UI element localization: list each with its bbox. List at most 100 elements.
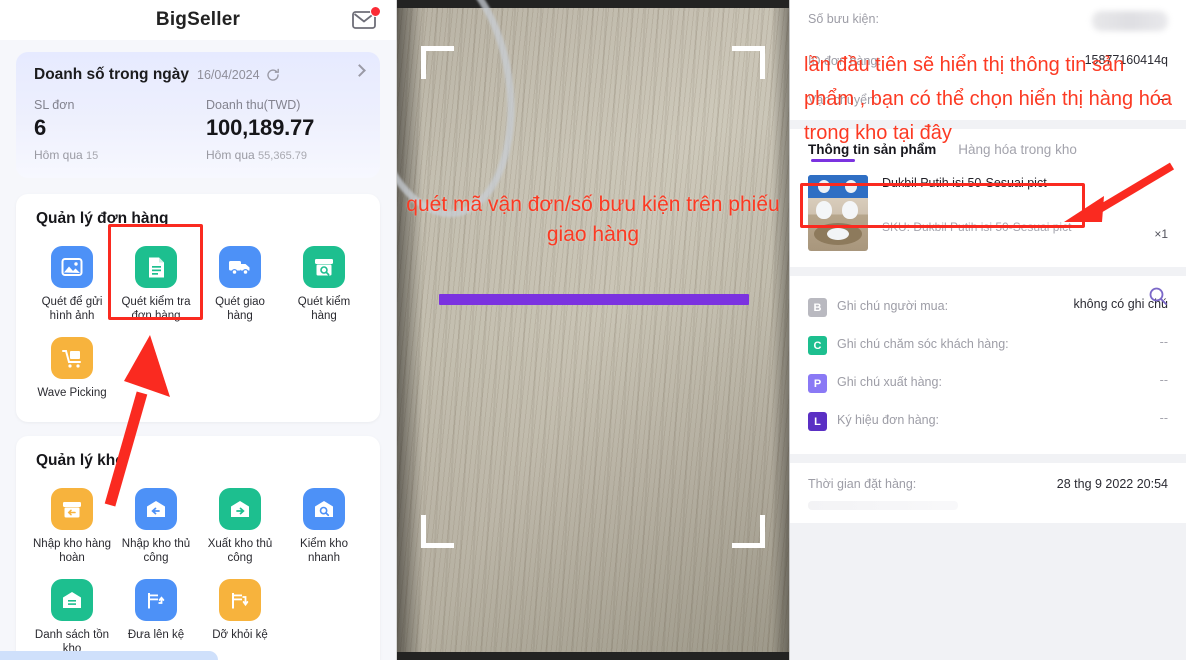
order-fields-block: Số bưu kiện: ID đơn hàng: 15877160414q V… — [790, 0, 1186, 120]
scan-frame-corner-icon — [732, 46, 765, 79]
order-management-title: Quản lý đơn hàng — [36, 210, 169, 227]
picking-cart-icon — [51, 337, 93, 379]
sales-card-date: 16/04/2024 — [197, 68, 260, 82]
document-list-icon — [135, 246, 177, 288]
next-row-peek — [808, 501, 1168, 513]
tile-label: Xuất kho thủ công — [207, 538, 273, 564]
scan-line — [439, 294, 749, 305]
order-management-grid: Quét để gửi hình ảnh Quét kiểm tra đơn h… — [30, 238, 366, 406]
tile-xuat-kho-thu-cong[interactable]: Xuất kho thủ công — [198, 480, 282, 571]
metric-orders-yesterday-label: Hôm qua — [34, 148, 83, 162]
tile-label: Kiểm kho nhanh — [300, 538, 348, 564]
tile-quet-kiem-hang[interactable]: Quét kiểm hàng — [282, 238, 366, 329]
tile-label: Nhập kho thủ công — [121, 538, 191, 564]
truck-icon — [219, 246, 261, 288]
note-value: -- — [1159, 335, 1168, 349]
metric-revenue-yesterday-label: Hôm qua — [206, 148, 255, 162]
tile-do-khoi-ke[interactable]: Dỡ khỏi kệ — [198, 571, 282, 660]
refresh-icon[interactable] — [266, 68, 280, 82]
warehouse-management-section: Quản lý kho Nhập kho hàng hoàn Nhập kho … — [16, 436, 380, 660]
section-divider — [790, 120, 1186, 129]
field-label: Vận chuyển: — [808, 93, 878, 107]
product-quantity: ×1 — [1154, 227, 1168, 241]
note-row-shipping: P Ghi chú xuất hàng: -- — [808, 364, 1168, 402]
scan-frame-corner-icon — [421, 515, 454, 548]
product-row[interactable]: Dukbil Putih isi 50-Sesuai pict SKU: Duk… — [790, 171, 1186, 267]
note-value: -- — [1159, 373, 1168, 387]
daily-sales-card[interactable]: Doanh số trong ngày 16/04/2024 SL đơn 6 … — [16, 52, 380, 178]
bigseller-home-panel: BigSeller Doanh số trong ngày 16/04/2024 — [0, 0, 397, 660]
scan-frame-corner-icon — [732, 515, 765, 548]
shelf-up-icon — [135, 579, 177, 621]
tile-quet-kiem-tra-don-hang[interactable]: Quét kiểm tra đơn hàng — [114, 238, 198, 329]
tile-quet-de-gui-hinh-anh[interactable]: Quét để gửi hình ảnh — [30, 238, 114, 329]
tile-danh-sach-ton-kho[interactable]: Danh sách tồn kho — [30, 571, 114, 660]
detail-tabs: Thông tin sản phẩm Hàng hóa trong kho — [790, 129, 1186, 171]
field-row-parcel-number: Số bưu kiện: — [790, 0, 1186, 42]
note-badge-c: C — [808, 336, 827, 355]
field-row-order-id: ID đơn hàng: 15877160414q — [790, 42, 1186, 81]
metric-orders-label: SL đơn — [34, 98, 75, 112]
metric-revenue-value: 100,189.77 — [206, 115, 315, 140]
note-value: -- — [1159, 411, 1168, 425]
box-search-icon — [303, 246, 345, 288]
product-text: Dukbil Putih isi 50-Sesuai pict SKU: Duk… — [868, 175, 1144, 251]
warehouse-in-icon — [135, 488, 177, 530]
product-thumbnail — [808, 175, 868, 251]
page-title: BigSeller — [155, 9, 241, 30]
next-card-peek — [0, 651, 396, 660]
tile-wave-picking[interactable]: Wave Picking — [30, 329, 114, 406]
tile-kiem-kho-nhanh[interactable]: Kiểm kho nhanh — [282, 480, 366, 571]
order-time-block: Thời gian đặt hàng: 28 thg 9 2022 20:54 — [790, 463, 1186, 523]
notes-block: B Ghi chú người mua: không có ghi chú C … — [790, 276, 1186, 454]
field-value: -- — [1159, 92, 1168, 106]
order-time-row: Thời gian đặt hàng: 28 thg 9 2022 20:54 — [808, 477, 1168, 491]
annotation-scanner-note: quét mã vận đơn/số bưu kiện trên phiếu g… — [406, 193, 780, 246]
warehouse-search-icon — [303, 488, 345, 530]
tile-nhap-kho-thu-cong[interactable]: Nhập kho thủ công — [114, 480, 198, 571]
field-label: Số bưu kiện: — [808, 12, 879, 26]
note-row-buyer: B Ghi chú người mua: không có ghi chú — [808, 288, 1168, 326]
image-icon — [51, 246, 93, 288]
metric-orders: SL đơn 6 Hôm qua 15 — [34, 98, 198, 162]
tile-dua-len-ke[interactable]: Đưa lên kệ — [114, 571, 198, 660]
order-time-label: Thời gian đặt hàng: — [808, 477, 917, 491]
warehouse-management-grid: Nhập kho hàng hoàn Nhập kho thủ công Xuấ… — [30, 480, 366, 660]
box-in-icon — [51, 488, 93, 530]
note-label: Ghi chú chăm sóc khách hàng: — [837, 337, 1009, 351]
barcode-scanner-panel: quét mã vận đơn/số bưu kiện trên phiếu g… — [397, 0, 789, 660]
warehouse-out-icon — [219, 488, 261, 530]
tile-label: Nhập kho hàng hoàn — [33, 538, 112, 564]
sales-card-header: Doanh số trong ngày 16/04/2024 — [34, 66, 362, 84]
tab-thong-tin-san-pham[interactable]: Thông tin sản phẩm — [808, 142, 936, 162]
metric-revenue-label: Doanh thu(TWD) — [206, 98, 301, 112]
envelope-icon[interactable] — [352, 6, 381, 31]
product-name: Dukbil Putih isi 50-Sesuai pict — [882, 176, 1047, 190]
order-detail-panel: Số bưu kiện: ID đơn hàng: 15877160414q V… — [789, 0, 1186, 660]
app-header: BigSeller — [0, 0, 396, 40]
sales-metrics: SL đơn 6 Hôm qua 15 Doanh thu(TWD) 100,1… — [34, 98, 362, 162]
field-value: 15877160414q — [1084, 53, 1168, 67]
camera-shadow-right — [771, 8, 789, 652]
note-label: Ghi chú xuất hàng: — [837, 375, 942, 389]
note-badge-l: L — [808, 412, 827, 431]
order-time-value: 28 thg 9 2022 20:54 — [1056, 477, 1168, 491]
metric-orders-value: 6 — [34, 115, 47, 140]
tile-label: Quét kiểm tra đơn hàng — [121, 296, 191, 322]
screenshot-root: BigSeller Doanh số trong ngày 16/04/2024 — [0, 0, 1186, 660]
tab-hang-hoa-trong-kho[interactable]: Hàng hóa trong kho — [958, 142, 1077, 162]
search-icon[interactable] — [1148, 286, 1168, 306]
notification-dot — [370, 6, 381, 17]
metric-revenue-yesterday: Hôm qua 55,365.79 — [206, 148, 362, 162]
tile-label: Dỡ khỏi kệ — [212, 629, 268, 641]
field-label: ID đơn hàng: — [808, 54, 881, 68]
tile-nhap-kho-hang-hoan[interactable]: Nhập kho hàng hoàn — [30, 480, 114, 571]
tile-label: Đưa lên kệ — [127, 629, 185, 641]
tile-quet-giao-hang[interactable]: Quét giao hàng — [198, 238, 282, 329]
order-management-section: Quản lý đơn hàng Quét để gửi hình ảnh Qu… — [16, 194, 380, 422]
tile-label: Quét để gửi hình ảnh — [41, 296, 103, 322]
note-row-order-mark: L Ký hiệu đơn hàng: -- — [808, 402, 1168, 440]
tile-label: Quét giao hàng — [215, 296, 265, 322]
shelf-down-icon — [219, 579, 261, 621]
tile-label: Wave Picking — [37, 387, 107, 399]
